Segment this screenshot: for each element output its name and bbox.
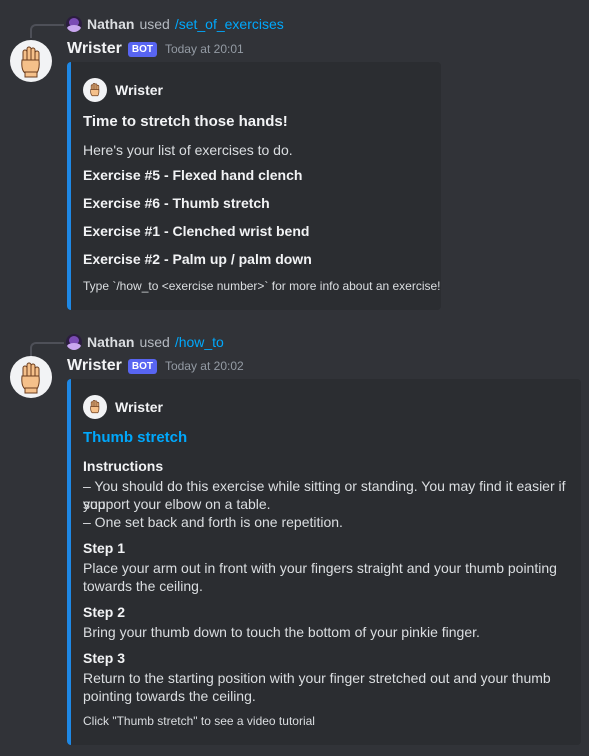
reply-used-text: used — [139, 334, 170, 350]
exercise-item: Exercise #1 - Clenched wrist bend — [83, 223, 310, 239]
embed-description: Here's your list of exercises to do. — [83, 142, 293, 158]
timestamp[interactable]: Today at 20:01 — [165, 42, 244, 56]
bot-badge: BOT — [127, 41, 157, 57]
field-name-step-1: Step 1 — [83, 540, 126, 556]
wrister-avatar[interactable] — [10, 356, 52, 398]
embed-author-name: Wrister — [115, 82, 163, 98]
field-value-line: Place your arm out in front with your fi… — [83, 560, 557, 576]
field-value-line: Bring your thumb down to touch the botto… — [83, 624, 480, 640]
nathan-avatar[interactable] — [66, 334, 82, 350]
field-name-step-3: Step 3 — [83, 650, 126, 666]
field-value-line: support your elbow on a table. — [83, 496, 271, 512]
wrister-avatar[interactable] — [10, 40, 52, 82]
embed-footer: Click "Thumb stretch" to see a video tut… — [83, 714, 315, 728]
thumb-stretch-embed: Wrister Thumb stretch Instructions – You… — [67, 379, 581, 745]
field-value-line: towards the ceiling. — [83, 578, 203, 594]
embed-author: Wrister — [83, 78, 163, 102]
reply-context[interactable]: Nathan used /how_to — [66, 334, 224, 350]
exercise-item: Exercise #5 - Flexed hand clench — [83, 167, 303, 183]
hand-icon — [21, 46, 40, 78]
author-name[interactable]: Wrister — [67, 357, 122, 375]
reply-command[interactable]: /how_to — [175, 334, 224, 350]
timestamp[interactable]: Today at 20:02 — [165, 359, 244, 373]
reply-connector — [30, 24, 64, 38]
reply-command[interactable]: /set_of_exercises — [175, 16, 284, 32]
embed-title-link[interactable]: Thumb stretch — [83, 429, 187, 446]
embed-author: Wrister — [83, 395, 163, 419]
exercise-item: Exercise #2 - Palm up / palm down — [83, 251, 312, 267]
embed-author-avatar — [83, 78, 107, 102]
nathan-avatar[interactable] — [66, 16, 82, 32]
field-name-step-2: Step 2 — [83, 604, 126, 620]
reply-connector — [30, 342, 64, 356]
reply-username[interactable]: Nathan — [87, 334, 134, 350]
message-header: Wrister BOT Today at 20:02 — [67, 357, 244, 375]
exercise-list-embed: Wrister Time to stretch those hands! Her… — [67, 62, 441, 310]
embed-author-name: Wrister — [115, 399, 163, 415]
field-value-line: Return to the starting position with you… — [83, 670, 551, 686]
author-name[interactable]: Wrister — [67, 40, 122, 58]
hand-icon — [90, 82, 100, 97]
reply-context[interactable]: Nathan used /set_of_exercises — [66, 16, 284, 32]
reply-used-text: used — [139, 16, 170, 32]
field-value-line: pointing towards the ceiling. — [83, 688, 256, 704]
bot-badge: BOT — [127, 358, 157, 374]
reply-username[interactable]: Nathan — [87, 16, 134, 32]
embed-title: Time to stretch those hands! — [83, 113, 288, 130]
field-name-instructions: Instructions — [83, 458, 164, 474]
embed-footer: Type `/how_to <exercise number>` for mor… — [83, 279, 441, 293]
exercise-item: Exercise #6 - Thumb stretch — [83, 195, 270, 211]
hand-icon — [21, 362, 40, 394]
message-header: Wrister BOT Today at 20:01 — [67, 40, 244, 58]
hand-icon — [90, 399, 100, 414]
embed-author-avatar — [83, 395, 107, 419]
field-value-line: – One set back and forth is one repetiti… — [83, 514, 343, 530]
